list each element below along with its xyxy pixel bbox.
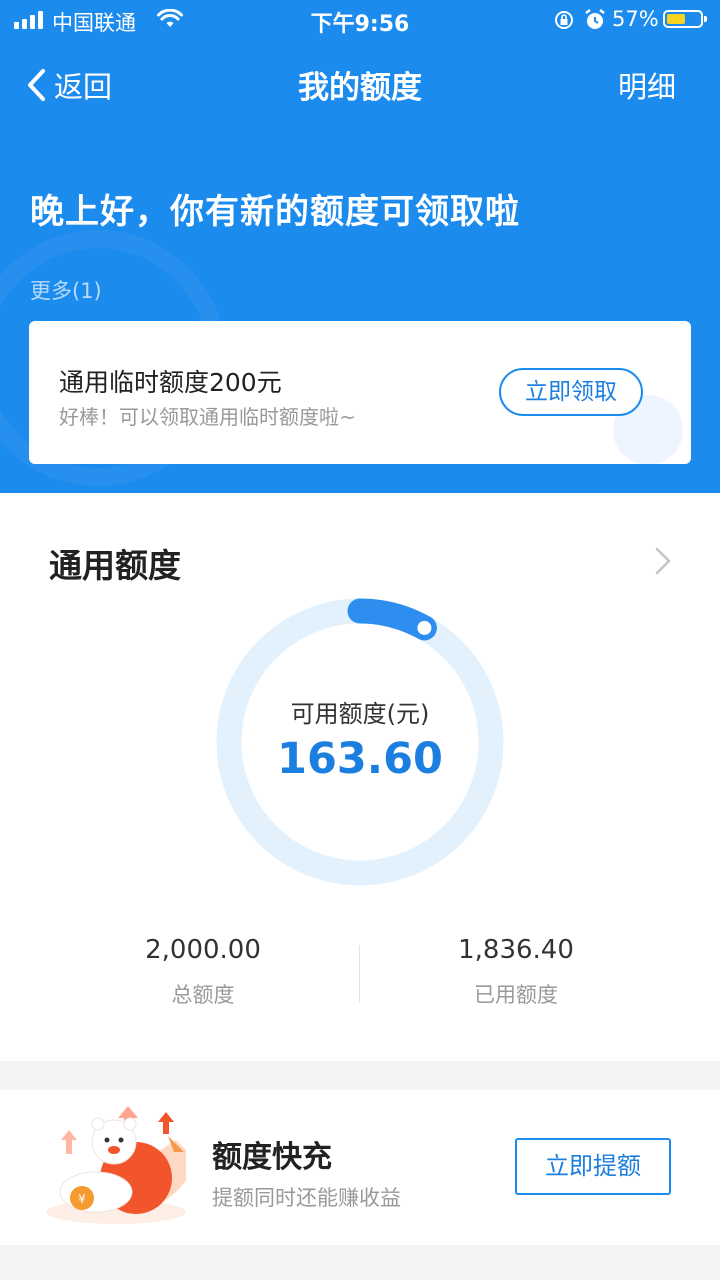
mascot-illustration: ¥ <box>46 1106 186 1224</box>
available-label: 可用额度(元) <box>290 700 430 728</box>
greeting-text: 晚上好，你有新的额度可领取啦 <box>30 192 520 232</box>
raise-limit-button[interactable]: 立即提额 <box>515 1138 671 1195</box>
detail-link[interactable]: 明细 <box>618 64 676 106</box>
offer-subtitle: 好棒！可以领取通用临时额度啦~ <box>59 405 356 429</box>
page-title: 我的额度 <box>298 70 422 106</box>
claim-button[interactable]: 立即领取 <box>499 368 643 416</box>
nav-bar: 返回 我的额度 明细 <box>0 44 720 118</box>
alarm-icon <box>585 9 605 29</box>
boost-subtitle: 提额同时还能赚收益 <box>212 1186 401 1210</box>
stat-divider <box>359 945 360 1003</box>
svg-text:¥: ¥ <box>78 1192 86 1206</box>
quick-boost-card: ¥ 额度快充 提额同时还能赚收益 立即提额 <box>0 1090 720 1245</box>
used-credit-stat: 1,836.40 已用额度 <box>376 935 656 1009</box>
total-label: 总额度 <box>171 983 235 1007</box>
available-value: 163.60 <box>277 734 443 784</box>
rotation-lock-icon <box>555 11 573 29</box>
total-value: 2,000.00 <box>145 935 261 965</box>
used-label: 已用额度 <box>474 983 558 1007</box>
status-bar: 中国联通 下午9:56 57% <box>0 0 720 40</box>
offer-title: 通用临时额度200元 <box>59 368 282 397</box>
battery-icon <box>663 10 707 28</box>
header-banner: 中国联通 下午9:56 57% 返回 我的额度 明细 晚上好，你有新的额度可领取… <box>0 0 720 493</box>
boost-title: 额度快充 <box>212 1140 332 1175</box>
temporary-credit-card: 通用临时额度200元 好棒！可以领取通用临时额度啦~ 立即领取 <box>29 321 691 464</box>
battery-percent: 57% <box>612 7 659 31</box>
ring-label-group: 可用额度(元) 163.60 <box>216 598 504 886</box>
general-credit-card: 通用额度 可用额度(元) 163.60 2,000.00 总额度 1,836.4… <box>0 493 720 1061</box>
total-credit-stat: 2,000.00 总额度 <box>63 935 343 1009</box>
more-link[interactable]: 更多(1) <box>30 275 102 305</box>
chevron-right-icon[interactable] <box>652 545 674 577</box>
used-value: 1,836.40 <box>458 935 574 965</box>
section-title: 通用额度 <box>49 546 181 585</box>
